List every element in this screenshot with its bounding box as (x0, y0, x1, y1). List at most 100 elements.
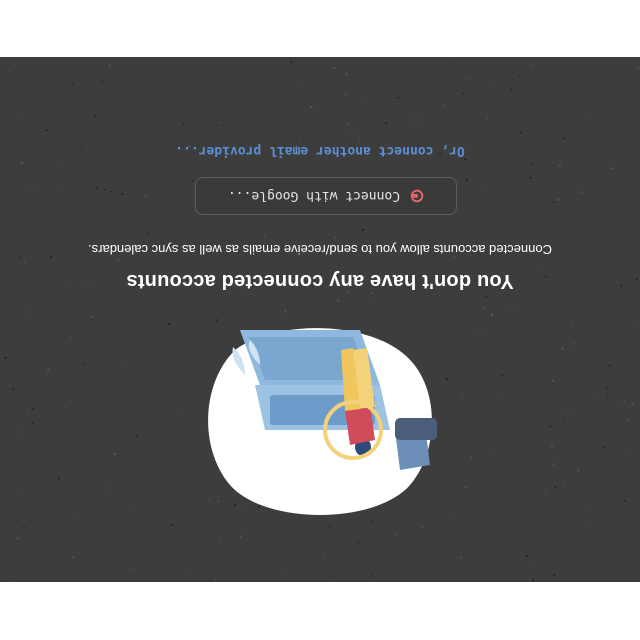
speckle-dot (590, 523, 592, 526)
speckle-dot (114, 453, 117, 456)
speckle-dot (521, 236, 523, 238)
speckle-dot (69, 228, 71, 230)
speckle-dot (636, 67, 639, 70)
speckle-dot (580, 191, 583, 194)
speckle-dot (329, 526, 331, 529)
speckle-dot (75, 262, 77, 264)
speckle-dot (94, 114, 97, 117)
speckle-dot (108, 487, 110, 489)
speckle-dot (562, 137, 565, 140)
speckle-dot (290, 61, 292, 64)
speckle-dot (140, 217, 142, 219)
speckle-dot (90, 315, 93, 318)
speckle-dot (145, 194, 147, 197)
speckle-dot (147, 233, 150, 235)
speckle-dot (136, 434, 138, 437)
speckle-dot (170, 323, 172, 325)
speckle-dot (132, 568, 135, 570)
speckle-dot (57, 186, 59, 187)
speckle-dot (96, 186, 98, 189)
speckle-dot (468, 79, 470, 81)
speckle-dot (623, 400, 626, 403)
speckle-dot (551, 445, 553, 448)
speckle-dot (170, 497, 172, 499)
speckle-dot (415, 118, 417, 121)
speckle-dot (627, 403, 628, 404)
person-torso (345, 405, 375, 445)
speckle-dot (530, 163, 532, 165)
speckle-dot (355, 293, 357, 294)
speckle-dot (125, 365, 127, 367)
speckle-dot (462, 396, 464, 398)
speckle-dot (171, 524, 174, 526)
speckle-dot (218, 122, 220, 124)
page-subtitle: Connected accounts allow you to send/rec… (88, 242, 552, 257)
speckle-dot (70, 400, 73, 402)
speckle-dot (347, 123, 349, 125)
speckle-dot (344, 93, 347, 96)
speckle-dot (284, 568, 286, 570)
speckle-dot (23, 526, 25, 528)
speckle-dot (323, 554, 325, 556)
google-icon (410, 189, 424, 203)
speckle-dot (477, 332, 479, 334)
connect-with-google-button[interactable]: Connect with Google... (195, 177, 457, 215)
speckle-dot (483, 307, 486, 309)
connect-other-provider-link[interactable]: Or, connect another email provider... (0, 143, 640, 158)
connect-with-google-label: Connect with Google... (227, 188, 401, 204)
speckle-dot (130, 217, 132, 219)
speckle-dot (95, 565, 97, 567)
speckle-dot (445, 378, 449, 381)
speckle-dot (231, 237, 233, 239)
speckle-dot (496, 397, 498, 399)
speckle-dot (169, 92, 171, 94)
speckle-dot (330, 576, 332, 578)
speckle-dot (606, 396, 609, 398)
speckle-dot (75, 513, 77, 515)
speckle-dot (481, 185, 483, 187)
speckle-dot (182, 123, 185, 125)
speckle-dot (429, 313, 431, 315)
speckle-dot (31, 421, 34, 424)
speckle-dot (552, 463, 554, 466)
speckle-dot (385, 122, 388, 124)
speckle-dot (570, 320, 573, 323)
speckle-dot (191, 179, 194, 182)
speckle-dot (563, 481, 565, 483)
speckle-dot (602, 446, 605, 448)
speckle-dot (310, 105, 313, 109)
speckle-dot (557, 198, 560, 201)
speckle-dot (397, 96, 400, 99)
speckle-dot (450, 473, 452, 475)
speckle-dot (357, 541, 360, 544)
speckle-dot (211, 579, 213, 582)
speckle-dot (485, 83, 487, 85)
speckle-dot (104, 188, 107, 191)
speckle-dot (416, 571, 418, 573)
speckle-dot (213, 579, 216, 582)
speckle-dot (518, 75, 521, 77)
speckle-dot (12, 578, 14, 580)
speckle-dot (551, 379, 554, 382)
speckle-dot (526, 554, 529, 557)
speckle-dot (561, 347, 564, 350)
speckle-dot (121, 192, 124, 195)
speckle-dot (12, 388, 15, 391)
speckle-dot (364, 546, 366, 548)
speckle-dot (532, 579, 534, 582)
speckle-dot (464, 158, 467, 161)
speckle-dot (206, 93, 208, 95)
speckle-dot (510, 89, 513, 91)
speckle-dot (59, 161, 61, 163)
speckle-dot (464, 486, 467, 489)
speckle-dot (606, 387, 608, 390)
speckle-dot (19, 257, 22, 259)
speckle-dot (334, 236, 336, 239)
speckle-dot (4, 356, 7, 359)
speckle-dot (175, 413, 177, 415)
speckle-dot (519, 131, 522, 134)
speckle-dot (421, 526, 424, 528)
speckle-dot (31, 580, 33, 582)
speckle-dot (520, 421, 522, 423)
speckle-dot (608, 364, 611, 367)
